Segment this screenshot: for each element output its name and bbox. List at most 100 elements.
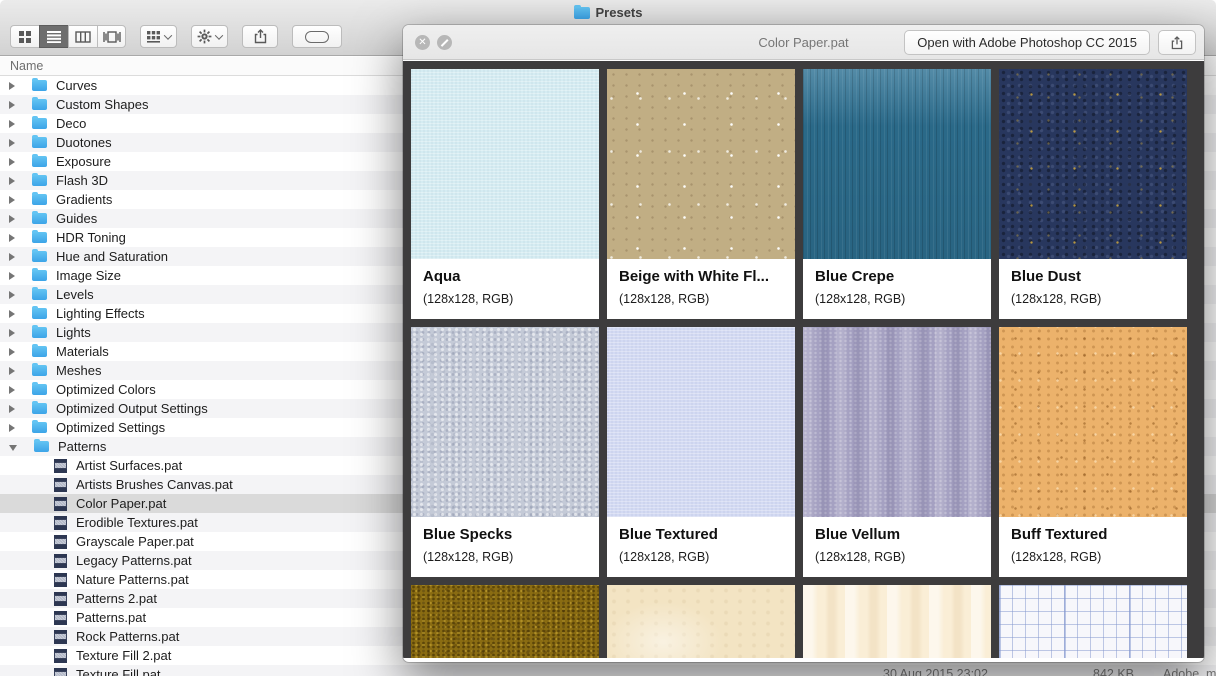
disclosure-triangle-icon[interactable] xyxy=(9,347,15,356)
disclosure-triangle-icon[interactable] xyxy=(9,214,15,223)
icon-view-button[interactable] xyxy=(10,25,39,48)
disclosure-triangle-icon[interactable] xyxy=(9,366,15,375)
list-item-label: Lighting Effects xyxy=(56,306,145,321)
pattern-name: Aqua xyxy=(423,268,461,285)
pattern-swatch-image xyxy=(607,327,795,517)
chevron-down-icon xyxy=(214,30,224,40)
folder-icon xyxy=(32,116,47,129)
pattern-file-icon xyxy=(54,667,67,676)
pattern-info: (128x128, RGB) xyxy=(815,550,906,564)
pattern-file-icon xyxy=(54,515,67,530)
list-item-label: Custom Shapes xyxy=(56,97,149,112)
tag-button[interactable] xyxy=(292,25,342,48)
pattern-file-icon xyxy=(54,591,67,606)
list-view-button[interactable] xyxy=(39,25,68,48)
pattern-grid: Aqua (128x128, RGB) Beige with White Fl.… xyxy=(411,69,1196,658)
disclosure-triangle-icon[interactable] xyxy=(9,81,15,90)
pattern-info: (128x128, RGB) xyxy=(619,550,710,564)
pattern-file-icon xyxy=(54,477,67,492)
folder-icon xyxy=(32,268,47,281)
pattern-swatch-card[interactable]: Blue Specks (128x128, RGB) xyxy=(411,327,599,577)
coverflow-view-button[interactable] xyxy=(97,25,126,48)
disclosure-triangle-icon[interactable] xyxy=(9,290,15,299)
disclosure-triangle-icon[interactable] xyxy=(9,119,15,128)
pattern-info: (128x128, RGB) xyxy=(619,292,710,306)
arrange-group-button[interactable] xyxy=(140,25,177,48)
list-item-label: Texture Fill 2.pat xyxy=(76,648,172,663)
list-item[interactable]: Texture Fill.pat 30 Aug 2015 23:02 842 KB… xyxy=(0,665,1216,676)
disclosure-triangle-icon[interactable] xyxy=(9,404,15,413)
pattern-info: (128x128, RGB) xyxy=(815,292,906,306)
pattern-file-icon xyxy=(54,629,67,644)
disclosure-triangle-icon[interactable] xyxy=(9,271,15,280)
disclosure-triangle-icon[interactable] xyxy=(9,423,15,432)
disclosure-triangle-icon[interactable] xyxy=(9,138,15,147)
list-item-label: Materials xyxy=(56,344,109,359)
pattern-swatch-card[interactable]: Beige with White Fl... (128x128, RGB) xyxy=(607,69,795,319)
disclosure-triangle-icon[interactable] xyxy=(9,385,15,394)
folder-icon xyxy=(32,401,47,414)
pattern-swatch-card[interactable]: Blue Textured (128x128, RGB) xyxy=(607,327,795,577)
disclosure-triangle-icon[interactable] xyxy=(9,176,15,185)
list-item-label: Curves xyxy=(56,78,98,93)
chevron-down-icon xyxy=(163,30,173,40)
folder-icon xyxy=(32,211,47,224)
folder-icon xyxy=(32,192,47,205)
pattern-swatch-card[interactable]: Buff Textured (128x128, RGB) xyxy=(999,327,1187,577)
column-view-button[interactable] xyxy=(68,25,97,48)
folder-icon xyxy=(32,249,47,262)
quicklook-window: ✕ Color Paper.pat Open with Adobe Photos… xyxy=(403,25,1204,662)
list-item-label: Artists Brushes Canvas.pat xyxy=(76,477,233,492)
disclosure-triangle-icon[interactable] xyxy=(9,157,15,166)
kind-cell-overflow: m xyxy=(1206,667,1216,676)
pattern-swatch-card[interactable] xyxy=(607,585,795,658)
pattern-swatch-card[interactable]: Blue Crepe (128x128, RGB) xyxy=(803,69,991,319)
disclosure-triangle-icon[interactable] xyxy=(9,100,15,109)
pattern-swatch-card[interactable] xyxy=(411,585,599,658)
pattern-swatch-card[interactable]: Blue Vellum (128x128, RGB) xyxy=(803,327,991,577)
share-button[interactable] xyxy=(242,25,278,48)
pattern-file-icon xyxy=(54,553,67,568)
disclosure-triangle-icon[interactable] xyxy=(9,252,15,261)
action-gear-button[interactable] xyxy=(191,25,228,48)
pattern-name: Blue Specks xyxy=(423,526,513,543)
disclosure-triangle-icon[interactable] xyxy=(9,328,15,337)
pattern-swatch-image xyxy=(999,327,1187,517)
disclosure-triangle-icon[interactable] xyxy=(9,309,15,318)
quicklook-share-button[interactable] xyxy=(1158,30,1196,55)
gear-icon xyxy=(197,29,212,44)
list-item-label: Duotones xyxy=(56,135,112,150)
list-item-label: Erodible Textures.pat xyxy=(76,515,198,530)
window-title: Presets xyxy=(0,3,1216,22)
pattern-file-icon xyxy=(54,534,67,549)
pattern-file-icon xyxy=(54,458,67,473)
list-item-label: Texture Fill.pat xyxy=(76,667,161,676)
pattern-info: (128x128, RGB) xyxy=(423,550,514,564)
pattern-name: Blue Vellum xyxy=(815,526,901,543)
pattern-swatch-card[interactable] xyxy=(803,585,991,658)
pattern-swatch-card[interactable]: Aqua (128x128, RGB) xyxy=(411,69,599,319)
list-item-label: Rock Patterns.pat xyxy=(76,629,180,644)
pattern-swatch-image xyxy=(411,585,599,658)
list-item-label: Gradients xyxy=(56,192,113,207)
pattern-swatch-image xyxy=(999,585,1187,658)
open-with-button[interactable]: Open with Adobe Photoshop CC 2015 xyxy=(904,30,1150,55)
list-item-label: Patterns 2.pat xyxy=(76,591,157,606)
view-mode-segmented-control xyxy=(10,25,126,48)
disclosure-triangle-icon[interactable] xyxy=(9,233,15,242)
list-item-label: Artist Surfaces.pat xyxy=(76,458,183,473)
pattern-file-icon xyxy=(54,648,67,663)
list-item-label: Levels xyxy=(56,287,94,302)
pattern-preview-area: Aqua (128x128, RGB) Beige with White Fl.… xyxy=(403,61,1204,658)
list-item-label: Guides xyxy=(56,211,98,226)
folder-icon xyxy=(32,135,47,148)
pattern-swatch-image xyxy=(607,69,795,259)
screen: Presets Name Curves Custom Shapes Deco D… xyxy=(0,0,1216,676)
list-item-label: Deco xyxy=(56,116,87,131)
disclosure-triangle-icon[interactable] xyxy=(9,444,17,451)
pattern-swatch-card[interactable] xyxy=(999,585,1187,658)
disclosure-triangle-icon[interactable] xyxy=(9,195,15,204)
pattern-swatch-image xyxy=(411,69,599,259)
pattern-swatch-card[interactable]: Blue Dust (128x128, RGB) xyxy=(999,69,1187,319)
list-item-label: Grayscale Paper.pat xyxy=(76,534,194,549)
